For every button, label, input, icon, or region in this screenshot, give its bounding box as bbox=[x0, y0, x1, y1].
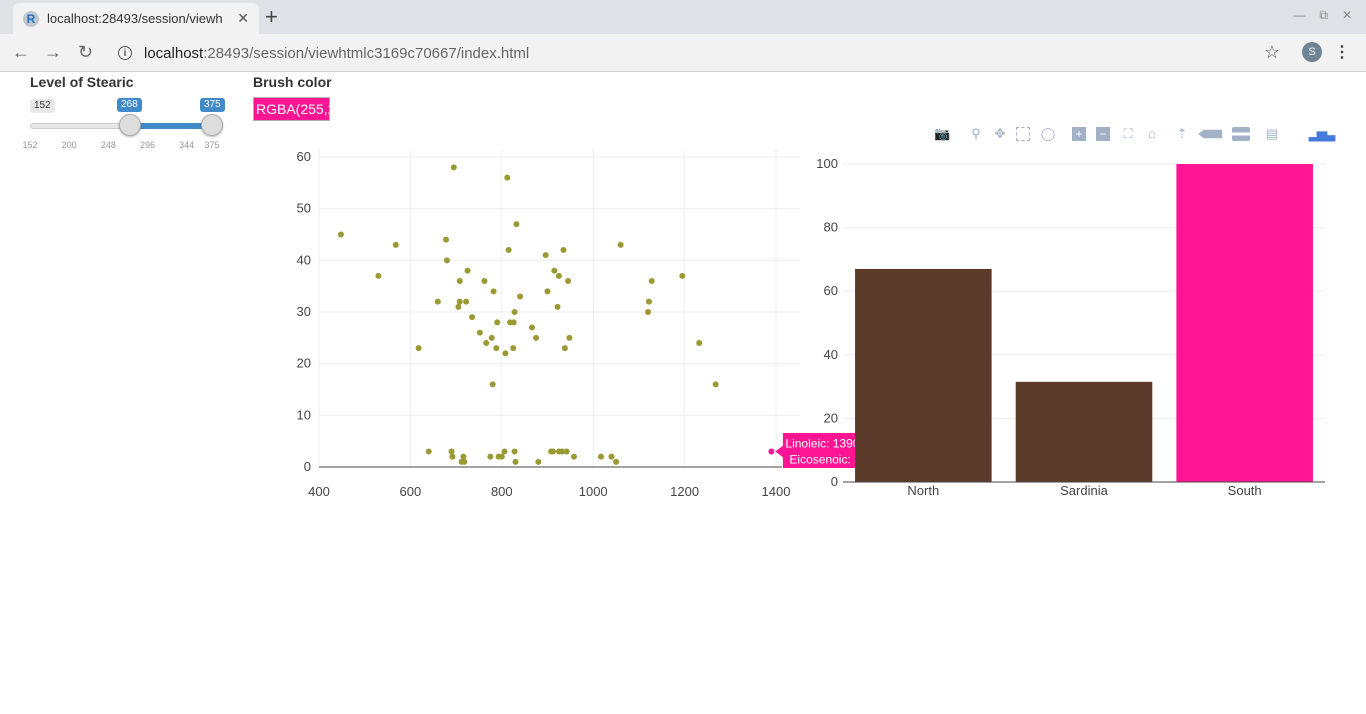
scatter-point bbox=[608, 453, 615, 460]
scatter-point bbox=[460, 453, 467, 460]
scatter-point bbox=[511, 309, 518, 315]
y-tick-label: 0 bbox=[304, 459, 311, 474]
scatter-point bbox=[392, 241, 399, 248]
scatter-point bbox=[476, 329, 483, 336]
bar-chart: 0 20 40 60 80 100 North Sardinia South bbox=[816, 156, 1325, 498]
scatter-point bbox=[502, 350, 509, 357]
scatter-point bbox=[489, 381, 496, 388]
scatter-point bbox=[490, 288, 497, 295]
scatter-point bbox=[450, 164, 457, 171]
scatter-point bbox=[549, 448, 556, 455]
scatter-point bbox=[617, 241, 624, 248]
scatter-point bbox=[443, 257, 450, 264]
scatter-point bbox=[566, 334, 573, 341]
scatter-point bbox=[679, 272, 686, 279]
x-tick-label: 1000 bbox=[579, 484, 608, 499]
scatter-point bbox=[648, 278, 655, 284]
scatter-point bbox=[337, 231, 344, 238]
scatter-point bbox=[712, 381, 719, 388]
scatter-point bbox=[464, 267, 471, 274]
scatter-point bbox=[613, 458, 620, 465]
scatter-point bbox=[561, 345, 568, 352]
x-tick-label: 1400 bbox=[762, 484, 791, 499]
y-tick-label: 50 bbox=[297, 201, 311, 216]
scatter-point bbox=[493, 345, 500, 352]
y-tick-label: 60 bbox=[297, 149, 311, 164]
x-tick-label: 800 bbox=[491, 484, 513, 499]
scatter-point bbox=[511, 448, 518, 455]
scatter-point bbox=[494, 319, 501, 326]
scatter-point bbox=[455, 303, 462, 310]
y-tick-label: 20 bbox=[297, 356, 311, 371]
x-tick-label: 1200 bbox=[670, 484, 699, 499]
scatter-point bbox=[645, 298, 652, 305]
scatter-point bbox=[565, 278, 572, 284]
scatter-point bbox=[645, 309, 652, 315]
scatter-point bbox=[555, 272, 562, 279]
x-tick-label: Sardinia bbox=[1060, 483, 1108, 498]
y-tick-label: 40 bbox=[824, 347, 838, 362]
y-tick-label: 20 bbox=[824, 410, 838, 425]
scatter-point bbox=[563, 448, 570, 455]
scatter-point bbox=[483, 340, 490, 346]
scatter-point bbox=[571, 453, 578, 460]
bar-north bbox=[855, 268, 992, 482]
y-tick-label: 100 bbox=[816, 156, 838, 171]
scatter-point bbox=[443, 236, 450, 243]
highlighted-point bbox=[768, 448, 775, 455]
scatter-point bbox=[533, 334, 540, 341]
scatter-point bbox=[551, 267, 558, 274]
scatter-point bbox=[469, 314, 476, 321]
scatter-point bbox=[481, 278, 488, 284]
scatter-point bbox=[544, 288, 551, 295]
scatter-point bbox=[542, 252, 549, 259]
y-tick-label: 80 bbox=[824, 220, 838, 235]
scatter-point bbox=[528, 324, 535, 331]
tooltip-line-1: Linoleic: 1390 bbox=[785, 437, 859, 451]
tooltip-line-2: Eicosenoic: 3 bbox=[789, 453, 861, 467]
scatter-point bbox=[449, 453, 456, 460]
x-tick-label: 600 bbox=[400, 484, 422, 499]
scatter-point bbox=[415, 345, 422, 352]
y-tick-label: 60 bbox=[824, 283, 838, 298]
scatter-point bbox=[425, 448, 432, 455]
scatter-point bbox=[456, 298, 463, 305]
scatter-point bbox=[487, 453, 494, 460]
x-tick-label: South bbox=[1228, 483, 1262, 498]
scatter-point bbox=[554, 303, 561, 310]
scatter-point bbox=[456, 278, 463, 284]
scatter-point bbox=[375, 272, 382, 279]
plots-svg: 400 600 800 1000 1200 14000102030405060Linole… bbox=[297, 149, 1325, 499]
scatter-point bbox=[498, 453, 505, 460]
bar-sardinia bbox=[1015, 381, 1153, 482]
scatter-point bbox=[510, 345, 517, 352]
scatter-point bbox=[461, 458, 468, 465]
scatter-point bbox=[434, 298, 441, 305]
scatter-point bbox=[696, 340, 703, 346]
x-tick-label: 400 bbox=[308, 484, 330, 499]
scatter-point bbox=[513, 221, 520, 228]
scatter-point bbox=[504, 174, 511, 181]
bar-south bbox=[1176, 164, 1313, 482]
y-tick-label: 10 bbox=[297, 407, 311, 422]
scatter-point bbox=[463, 298, 470, 305]
scatter-point bbox=[448, 448, 455, 455]
y-tick-label: 0 bbox=[831, 474, 838, 489]
scatter-point bbox=[597, 453, 604, 460]
scatter-point bbox=[512, 458, 519, 465]
scatter-point bbox=[510, 319, 517, 326]
scatter-plot: 400 600 800 1000 1200 14000102030405060Linole… bbox=[297, 149, 877, 499]
scatter-point bbox=[560, 247, 567, 253]
y-tick-label: 30 bbox=[297, 304, 311, 319]
scatter-point bbox=[501, 448, 508, 455]
scatter-point bbox=[517, 293, 524, 300]
scatter-point bbox=[505, 247, 512, 253]
y-tick-label: 40 bbox=[297, 252, 311, 267]
scatter-point bbox=[535, 458, 542, 465]
x-tick-label: North bbox=[907, 483, 939, 498]
scatter-point bbox=[488, 334, 495, 341]
